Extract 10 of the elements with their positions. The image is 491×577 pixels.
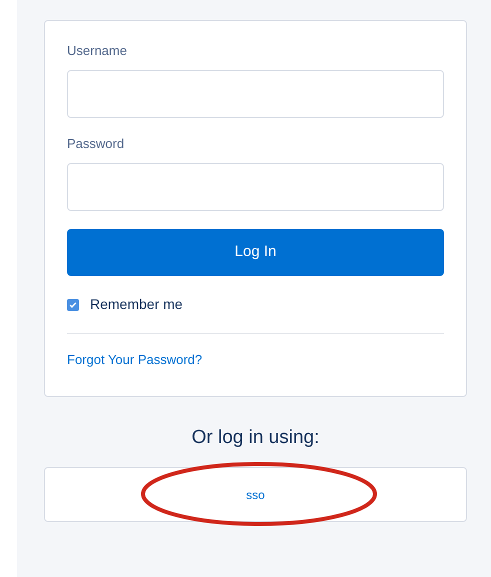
username-field[interactable] [67, 70, 444, 118]
forgot-password-link[interactable]: Forgot Your Password? [67, 350, 202, 370]
field-label: Password [67, 135, 126, 153]
field-label: Username [67, 42, 128, 60]
remember-checkbox[interactable] [67, 298, 79, 310]
password-field[interactable] [67, 163, 444, 211]
sso-button[interactable]: sso [44, 467, 467, 522]
login-button[interactable]: Log In [67, 229, 444, 276]
alternate-login-heading: Or log in using: [190, 426, 320, 450]
remember-me-label: Remember me [90, 295, 183, 314]
